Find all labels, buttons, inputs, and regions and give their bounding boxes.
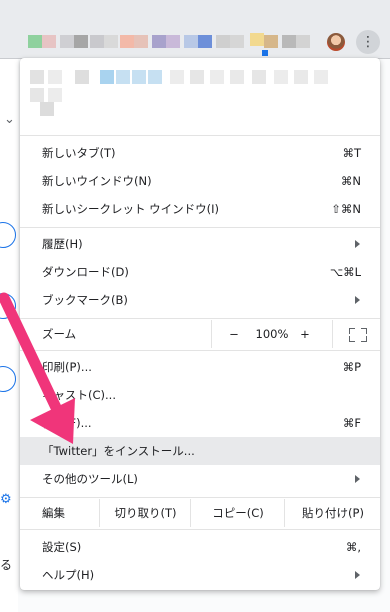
annotation-arrow: [0, 292, 75, 444]
